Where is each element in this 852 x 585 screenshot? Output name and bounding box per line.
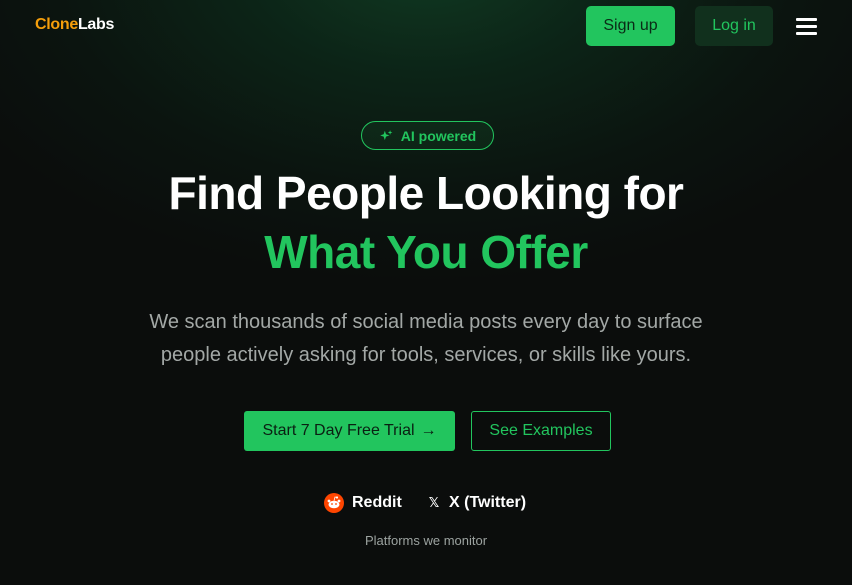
login-button[interactable]: Log in xyxy=(695,6,773,46)
logo-part-labs: Labs xyxy=(77,16,115,33)
see-examples-button[interactable]: See Examples xyxy=(471,411,611,451)
logo-part-clone: Clone xyxy=(35,16,78,33)
menu-bar-top xyxy=(796,18,817,21)
top-nav: CloneLabs Sign up Log in xyxy=(0,0,852,52)
platform-x-label: X (Twitter) xyxy=(449,494,527,511)
menu-bar-middle xyxy=(796,25,817,28)
start-trial-button[interactable]: Start 7 Day Free Trial → xyxy=(244,411,455,451)
sparkles-icon xyxy=(379,129,393,140)
platform-reddit: Reddit xyxy=(324,492,402,514)
platform-reddit-label: Reddit xyxy=(352,494,402,511)
hero-subtitle-line2: people actively asking for tools, servic… xyxy=(160,344,692,366)
platform-x: 𝕏 X (Twitter) xyxy=(427,492,526,514)
signup-button[interactable]: Sign up xyxy=(586,6,675,46)
hero-title-line2: What You Offer xyxy=(264,226,588,278)
hamburger-menu-icon[interactable] xyxy=(796,17,817,35)
x-icon: 𝕏 xyxy=(428,495,440,510)
hero-title-line1: Find People Looking for xyxy=(168,167,684,219)
logo[interactable]: CloneLabs xyxy=(35,16,114,34)
badge-label: AI powered xyxy=(400,127,477,144)
ai-powered-badge: AI powered xyxy=(361,121,494,150)
arrow-right-icon: → xyxy=(420,422,437,439)
platforms-caption: Platforms we monitor xyxy=(364,533,488,548)
hero-subtitle-line1: We scan thousands of social media posts … xyxy=(149,311,703,333)
reddit-icon xyxy=(324,493,344,513)
menu-bar-bottom xyxy=(796,32,817,35)
start-trial-label: Start 7 Day Free Trial xyxy=(262,422,415,439)
